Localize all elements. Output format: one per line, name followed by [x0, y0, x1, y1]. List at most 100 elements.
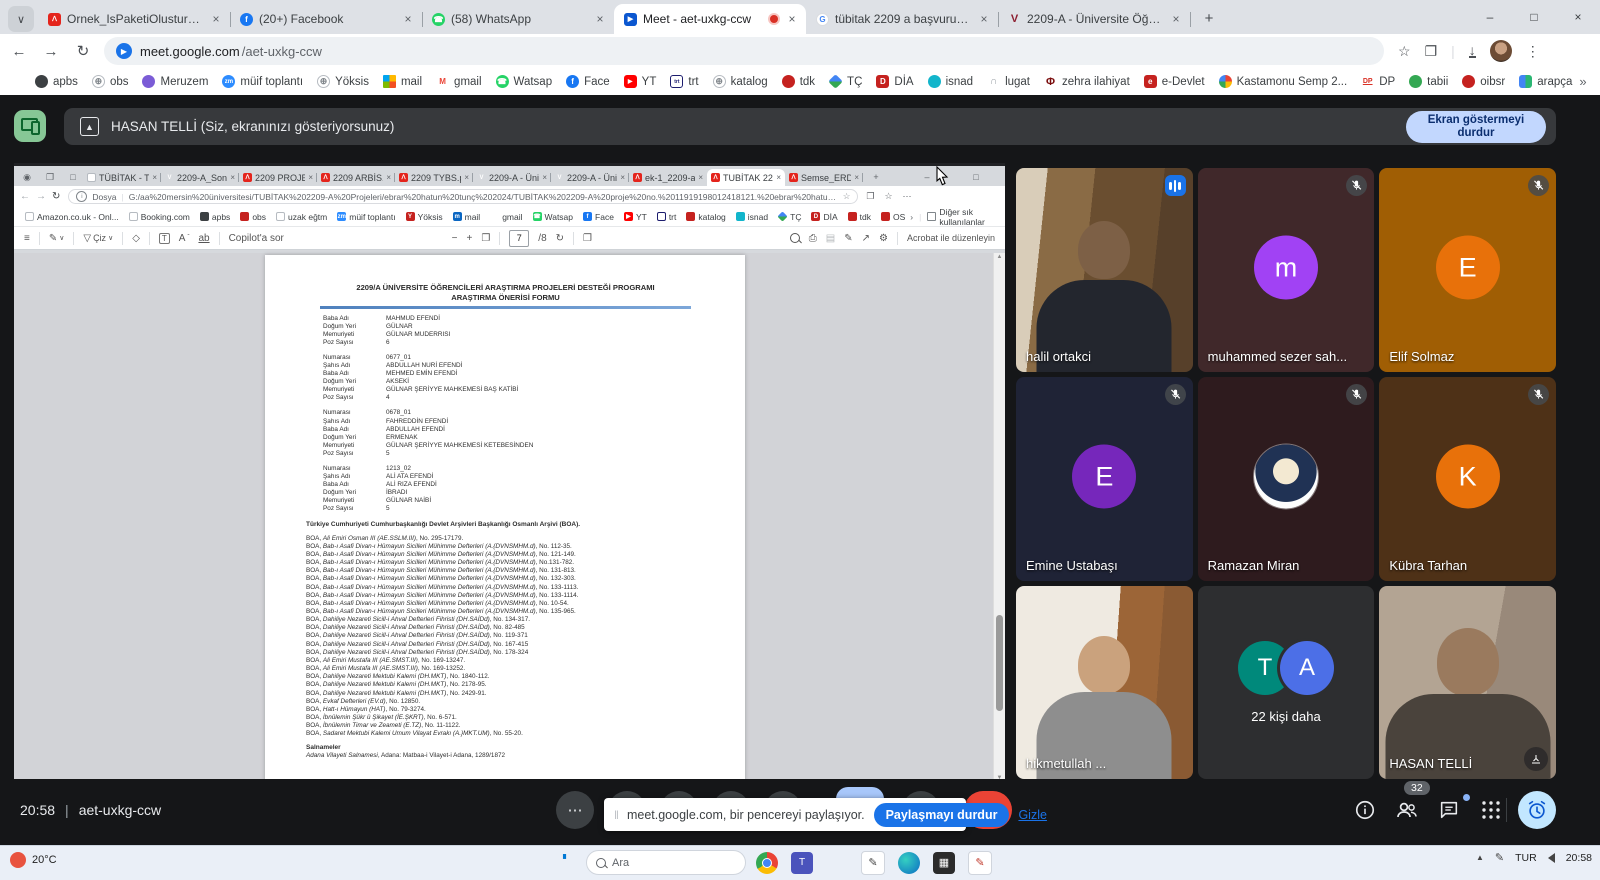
scroll-up-icon[interactable]: ▲	[994, 254, 1005, 260]
hidden-icons-chevron[interactable]: ▲	[1476, 853, 1484, 862]
profile-avatar[interactable]	[1490, 40, 1512, 62]
tab-close-icon[interactable]: ×	[542, 173, 547, 182]
start-button[interactable]	[558, 854, 576, 872]
shared-browser-tab[interactable]: V2209-A - Üni×	[551, 169, 629, 186]
bookmark-item[interactable]: TÇ	[773, 212, 806, 222]
stop-presenting-button[interactable]: Ekran göstermeyi durdur	[1406, 111, 1546, 143]
participant-tile[interactable]: EElif Solmaz	[1379, 168, 1556, 372]
bookmark-item[interactable]: obs	[235, 212, 271, 222]
shared-bookmarks-overflow-icon[interactable]: ›	[910, 212, 913, 222]
pdf-print-icon[interactable]: ⎙	[809, 233, 817, 244]
bookmark-item[interactable]: tdk	[843, 212, 876, 222]
bookmark-item[interactable]: arapça	[1512, 75, 1579, 88]
bookmark-item[interactable]: ⊕katalog	[706, 75, 775, 88]
tab-close-icon[interactable]: ×	[592, 11, 608, 27]
shared-browser-tab[interactable]: ᐱ2209 PROJEL×	[239, 169, 317, 186]
chrome-app-icon[interactable]	[756, 852, 778, 874]
bookmark-item[interactable]: isnad	[921, 75, 981, 88]
participant-tile[interactable]: EEmine Ustabaşı	[1016, 377, 1193, 581]
bookmark-item[interactable]: fFace	[559, 75, 617, 88]
bookmark-item[interactable]: DDİA	[806, 212, 842, 222]
scroll-down-icon[interactable]: ▼	[994, 775, 1005, 779]
pdf-save-icon[interactable]: ▤	[826, 233, 835, 244]
bookmark-item[interactable]: mail	[376, 75, 429, 88]
pdf-toc-icon[interactable]: ≡	[24, 233, 30, 244]
bookmark-item[interactable]: Mgmail	[485, 212, 527, 222]
bookmark-item[interactable]: ⊕Yöksis	[310, 75, 376, 88]
bookmark-item[interactable]: TÇ	[822, 75, 869, 88]
chat-button[interactable]	[1434, 795, 1464, 825]
window-minimize-button[interactable]: –	[1468, 0, 1512, 34]
tab-close-icon[interactable]: ×	[386, 173, 391, 182]
bookmark-item[interactable]: trttrt	[663, 75, 705, 88]
bookmark-item[interactable]: zmmüif toplantı	[332, 212, 400, 222]
bookmark-star-icon[interactable]: ☆	[1398, 43, 1411, 60]
tab-close-icon[interactable]: ×	[620, 173, 625, 182]
back-icon[interactable]: ←	[6, 38, 32, 64]
pdf-save-as-icon[interactable]: ✎	[844, 233, 852, 244]
bookmark-item[interactable]: Meruzem	[135, 75, 215, 88]
pen-app-icon[interactable]: ✎	[861, 851, 885, 875]
bookmark-item[interactable]: ⊕obs	[85, 75, 136, 88]
tab-close-icon[interactable]: ×	[784, 11, 800, 27]
participant-tile[interactable]: HASAN TELLİ	[1379, 586, 1556, 779]
weather-widget[interactable]: 20°C	[10, 852, 57, 868]
other-favorites-label[interactable]: Diğer sık kullanılanlar	[939, 207, 997, 227]
bookmark-item[interactable]: ⊕Amazon.co.uk - Onl...	[20, 212, 124, 222]
tab-close-icon[interactable]: ×	[854, 173, 859, 182]
edge-app-icon[interactable]	[898, 852, 920, 874]
shared-browser-tab[interactable]: V2209-A - Üni×	[473, 169, 551, 186]
teams-app-icon[interactable]: T	[791, 852, 813, 874]
bookmark-item[interactable]: ⊕uzak eğtm	[271, 212, 332, 222]
address-bar[interactable]: ▶ meet.google.com/aet-uxkg-ccw	[104, 37, 1384, 65]
draw-app-icon[interactable]: ✎	[968, 851, 992, 875]
browser-tab[interactable]: f(20+) Facebook×	[230, 4, 422, 34]
menu-kebab-icon[interactable]: ⋮	[1526, 43, 1540, 60]
pdf-rotate-icon[interactable]: ↻	[556, 233, 564, 244]
pdf-search-icon[interactable]	[790, 233, 800, 243]
taskbar-search[interactable]: Ara	[586, 850, 746, 875]
pdf-highlight-icon[interactable]: ab	[198, 233, 209, 244]
pen-tray-icon[interactable]: ✎	[1495, 851, 1504, 864]
pdf-fit-icon[interactable]: ❐	[481, 233, 490, 244]
stop-sharing-button[interactable]: Paylaşmayı durdur	[874, 803, 1010, 827]
bookmark-item[interactable]: mmail	[448, 212, 486, 222]
tab-close-icon[interactable]: ×	[230, 173, 235, 182]
bookmark-item[interactable]: ☎Watsap	[528, 212, 579, 222]
participant-tile[interactable]: TA22 kişi daha	[1198, 586, 1375, 779]
pdf-zoom-in-icon[interactable]: +	[466, 233, 472, 244]
shared-browser-tab[interactable]: ᐱek-1_2209-a×	[629, 169, 707, 186]
browser-tab[interactable]: V2209-A - Üniversite Öğrencileri×	[998, 4, 1190, 34]
pdf-scrollbar[interactable]: ▲ ▼	[993, 253, 1005, 779]
meeting-details-button[interactable]	[1350, 795, 1380, 825]
bookmark-item[interactable]: DDİA	[869, 75, 920, 88]
shared-browser-tab[interactable]: ᐱ2209 ARBİS.p×	[317, 169, 395, 186]
bookmark-item[interactable]: Kastamonu Semp 2...	[1212, 75, 1355, 88]
bookmark-item[interactable]: ⊕Booking.com	[124, 212, 195, 222]
shared-maximize-button[interactable]: □	[969, 170, 983, 184]
tab-close-icon[interactable]: ×	[152, 173, 157, 182]
tray-clock[interactable]: 20:58	[1566, 852, 1592, 864]
tab-close-icon[interactable]: ×	[308, 173, 313, 182]
tab-close-icon[interactable]: ×	[400, 11, 416, 27]
people-button[interactable]	[1392, 795, 1422, 825]
shared-browser-tab[interactable]: ᐱTUBİTAK 220×	[707, 169, 785, 186]
bookmark-item[interactable]: DPDP	[1354, 75, 1402, 88]
shared-browser-tab[interactable]: V2209-A_Son.×	[161, 169, 239, 186]
pdf-settings-icon[interactable]: ⚙	[879, 233, 888, 244]
tab-close-icon[interactable]: ×	[776, 173, 781, 182]
volume-icon[interactable]	[1548, 853, 1555, 863]
participant-tile[interactable]: hikmetullah ...	[1016, 586, 1193, 779]
pdf-draw-icon[interactable]: ▽Çiz∨	[83, 233, 113, 244]
shared-favorites-icon[interactable]: ☆	[884, 191, 892, 202]
bookmark-item[interactable]: tabii	[1402, 75, 1455, 88]
profile-icon[interactable]: ◉	[20, 170, 34, 184]
workspaces-icon[interactable]: ❐	[43, 170, 57, 184]
bookmark-item[interactable]: katalog	[681, 212, 730, 222]
new-tab-button[interactable]: +	[1196, 5, 1222, 31]
more-options-button[interactable]: ⋯	[556, 791, 594, 829]
tab-close-icon[interactable]: ×	[1168, 11, 1184, 27]
downloads-icon[interactable]: ↓	[1469, 45, 1476, 58]
shared-minimize-button[interactable]: –	[920, 170, 934, 184]
bookmark-item[interactable]: ☎Watsap	[489, 75, 560, 88]
